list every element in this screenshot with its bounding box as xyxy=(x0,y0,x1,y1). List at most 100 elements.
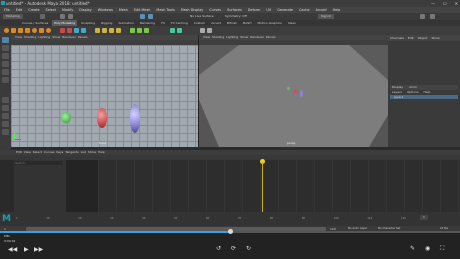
uv-editor-icon[interactable] xyxy=(170,28,175,33)
freeze-transform-icon[interactable] xyxy=(207,28,212,33)
play-icon[interactable]: ▶ xyxy=(24,246,29,253)
time-slider[interactable]: M 1 10 20 30 40 50 60 70 80 90 100 110 1… xyxy=(0,212,460,226)
poly-cone-icon[interactable] xyxy=(25,28,30,33)
ge-menu-view[interactable]: View xyxy=(24,150,31,154)
move-icon[interactable] xyxy=(2,61,9,67)
vp-menu-view[interactable]: View xyxy=(15,35,22,39)
bridge-icon[interactable] xyxy=(102,28,107,33)
vp-menu-show[interactable]: Show xyxy=(52,35,60,39)
poly-sphere-icon[interactable] xyxy=(4,28,9,33)
ge-menu-keys[interactable]: Keys xyxy=(56,150,63,154)
multi-cut-icon[interactable] xyxy=(130,28,135,33)
channel-box-tab-edit[interactable]: Edit xyxy=(408,35,414,41)
ge-menu-curves[interactable]: Curves xyxy=(44,150,54,154)
poly-torus-icon[interactable] xyxy=(32,28,37,33)
scale-icon[interactable] xyxy=(2,77,9,83)
ge-menu-edit[interactable]: Edit xyxy=(16,150,22,154)
edit-pen-icon[interactable]: ✎ xyxy=(410,245,415,252)
video-scrub-handle[interactable] xyxy=(228,229,233,234)
layer-menu-layers[interactable]: Layers xyxy=(392,90,402,94)
fullscreen-icon[interactable]: ⛶ xyxy=(440,245,444,253)
paint-select-icon[interactable] xyxy=(2,53,9,59)
persp-viewport[interactable]: View Shading Lighting Show Renderer Pane… xyxy=(199,35,388,147)
side-by-side-layout-icon[interactable] xyxy=(2,113,9,119)
poly-disc-icon[interactable] xyxy=(46,28,51,33)
red-capsule-persp[interactable] xyxy=(294,89,297,94)
rewind-icon[interactable]: ↺ xyxy=(216,245,221,252)
mirror-icon[interactable] xyxy=(177,28,182,33)
target-weld-icon[interactable] xyxy=(137,28,142,33)
vp-menu-renderer[interactable]: Renderer xyxy=(250,35,264,39)
single-layout-icon[interactable] xyxy=(2,97,9,103)
vp-menu-panels[interactable]: Panels xyxy=(78,35,88,39)
vp-menu-panels[interactable]: Panels xyxy=(266,35,276,39)
maximize-button[interactable]: ☐ xyxy=(443,1,447,6)
snap-curve-icon[interactable] xyxy=(68,14,73,19)
select-tool-icon[interactable] xyxy=(40,14,45,19)
current-frame-field[interactable]: 1 xyxy=(420,215,428,220)
live-surface-field[interactable]: No Live Surface xyxy=(190,14,214,19)
minimize-button[interactable]: — xyxy=(431,1,435,6)
purple-capsule-persp[interactable] xyxy=(300,90,303,97)
four-view-layout-icon[interactable] xyxy=(2,105,9,111)
ge-menu-select[interactable]: Select xyxy=(33,150,42,154)
sign-in-button[interactable]: Sign In xyxy=(318,14,335,19)
toggle-attribute-icon[interactable] xyxy=(430,14,435,19)
separate-icon[interactable] xyxy=(67,28,72,33)
channel-box-tab-channels[interactable]: Channels xyxy=(390,35,404,41)
mode-selector[interactable]: Modeling xyxy=(3,14,23,19)
ipr-render-icon[interactable] xyxy=(148,14,153,19)
graph-editor-curve-area[interactable] xyxy=(98,160,460,212)
graph-editor-outliner[interactable] xyxy=(14,160,66,212)
skip-forward-icon[interactable]: ▶▶ xyxy=(34,246,43,253)
bevel-icon[interactable] xyxy=(109,28,114,33)
volume-icon[interactable]: ◉ xyxy=(425,245,430,252)
green-sphere[interactable] xyxy=(61,112,71,123)
ge-menu-show[interactable]: Show xyxy=(88,150,96,154)
smooth-icon[interactable] xyxy=(74,28,79,33)
rotate-icon[interactable] xyxy=(2,69,9,75)
snap-grid-icon[interactable] xyxy=(60,14,65,19)
toggle-panel-icon[interactable] xyxy=(420,14,425,19)
purple-capsule[interactable] xyxy=(130,104,140,133)
vp-menu-view[interactable]: View xyxy=(203,35,210,39)
ge-menu-help[interactable]: Help xyxy=(98,150,105,154)
poly-cylinder-icon[interactable] xyxy=(18,28,23,33)
boolean-icon[interactable] xyxy=(81,28,86,33)
ge-menu-tangents[interactable]: Tangents xyxy=(65,150,78,154)
skip-back-icon[interactable]: ◀◀ xyxy=(8,246,17,253)
red-capsule[interactable] xyxy=(97,108,107,128)
render-icon[interactable] xyxy=(140,14,145,19)
vp-menu-lighting[interactable]: Lighting xyxy=(226,35,238,39)
layer-menu-help[interactable]: Help xyxy=(424,90,431,94)
layer-menu-options[interactable]: Options xyxy=(407,90,419,94)
graph-layout-icon[interactable] xyxy=(2,129,9,135)
poly-cube-icon[interactable] xyxy=(11,28,16,33)
front-viewport[interactable]: View Shading Lighting Show Renderer Pane… xyxy=(11,35,198,147)
layer-item[interactable]: layer1 xyxy=(390,95,458,99)
vp-menu-renderer[interactable]: Renderer xyxy=(62,35,76,39)
vp-menu-show[interactable]: Show xyxy=(240,35,248,39)
graph-search-input[interactable] xyxy=(15,161,63,165)
center-pivot-icon[interactable] xyxy=(200,28,205,33)
close-button[interactable]: ✕ xyxy=(455,1,458,6)
channel-box-tab-object[interactable]: Object xyxy=(418,35,428,41)
vp-menu-shading[interactable]: Shading xyxy=(212,35,224,39)
ge-menu-list[interactable]: List xyxy=(81,150,86,154)
fill-hole-icon[interactable] xyxy=(116,28,121,33)
symmetry-selector[interactable]: Symmetry: Off xyxy=(225,14,247,19)
channel-box-tab-show[interactable]: Show xyxy=(431,35,439,41)
extrude-icon[interactable] xyxy=(95,28,100,33)
outliner-layout-icon[interactable] xyxy=(2,121,9,127)
vp-menu-lighting[interactable]: Lighting xyxy=(38,35,50,39)
poly-plane-icon[interactable] xyxy=(39,28,44,33)
combine-icon[interactable] xyxy=(60,28,65,33)
vp-menu-shading[interactable]: Shading xyxy=(24,35,36,39)
window-controls: — ☐ ✕ xyxy=(431,1,458,6)
green-sphere-persp[interactable] xyxy=(287,87,290,90)
lasso-icon[interactable] xyxy=(2,45,9,51)
loop-icon[interactable]: ⟳ xyxy=(231,245,236,252)
select-arrow-icon[interactable] xyxy=(2,37,9,43)
quad-draw-icon[interactable] xyxy=(144,28,149,33)
forward-icon[interactable]: ↻ xyxy=(246,245,251,252)
